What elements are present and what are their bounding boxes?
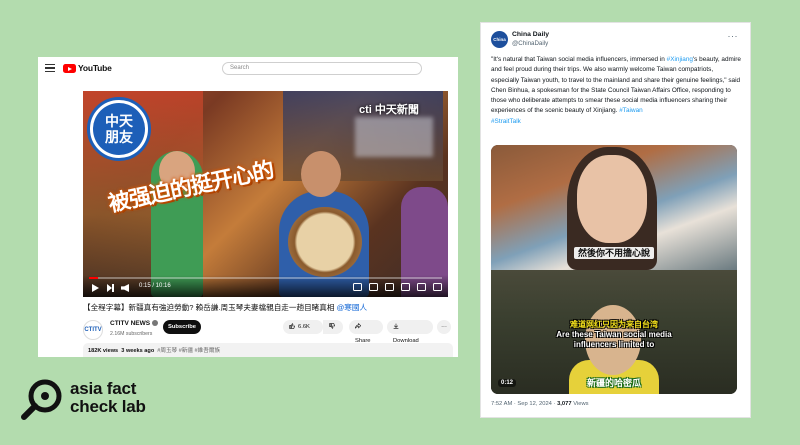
- afcl-line-2: check lab: [70, 397, 146, 416]
- share-button[interactable]: Share: [349, 320, 383, 344]
- video-subtitle-bottom: 新疆的哈密瓜: [586, 378, 641, 388]
- video-woman-face: [577, 155, 647, 243]
- hashtag-taiwan[interactable]: #Taiwan: [619, 107, 642, 114]
- download-button[interactable]: Download: [387, 320, 433, 344]
- video-controls: 0:15 / 10:16: [83, 275, 448, 297]
- tweet-card: China Daily China Daily @ChinaDaily ··· …: [480, 22, 751, 418]
- cast-icon[interactable]: [417, 283, 426, 291]
- progress-bar[interactable]: [89, 277, 442, 279]
- afcl-line-1: asia fact: [70, 379, 137, 398]
- theater-icon[interactable]: [401, 283, 410, 291]
- cti-watermark: cti 中天新聞: [359, 104, 419, 116]
- tweet-text-part: "It's natural that Taiwan social media i…: [491, 56, 667, 63]
- next-icon[interactable]: [107, 284, 114, 292]
- video-title-text: 【全程字幕】新疆真有強迫勞動? 賴岳謙.周玉琴夫妻檔親自走一趟目睹真相: [83, 303, 337, 312]
- badge-line-2: 朋友: [105, 129, 133, 145]
- channel-name-text[interactable]: CTITV NEWS: [110, 320, 150, 327]
- settings-icon[interactable]: [369, 283, 378, 291]
- play-icon[interactable]: [92, 284, 99, 292]
- progress-fill: [89, 277, 98, 279]
- youtube-logo-text[interactable]: YouTube: [78, 63, 112, 73]
- fullscreen-icon[interactable]: [433, 283, 442, 291]
- subtitle-mid-line3: influencers limited to: [573, 340, 655, 349]
- dislike-button[interactable]: [323, 320, 343, 334]
- blurred-region: [355, 117, 433, 157]
- video-drum: [288, 207, 362, 277]
- tweet-text: "It's natural that Taiwan social media i…: [491, 55, 742, 127]
- tweet-view-count: 3,077: [557, 401, 572, 407]
- video-time: 0:15 / 10:16: [139, 283, 171, 289]
- subscriber-count: 2.16M subscribers: [110, 331, 153, 337]
- tweet-avatar[interactable]: China Daily: [491, 31, 508, 59]
- more-actions-button[interactable]: ···: [437, 320, 451, 334]
- subtitle-mid-line1: 难道网红只因为来自台湾: [570, 320, 658, 329]
- video-subtitle-middle: 难道网红只因为来自台湾 Are these Taiwan social medi…: [491, 320, 737, 350]
- hashtags[interactable]: #周玉琴 #新疆 #維吾爾族: [157, 348, 220, 354]
- upload-age: 3 weeks ago: [121, 348, 155, 354]
- video-duration: 0:12: [498, 379, 517, 387]
- miniplayer-icon[interactable]: [385, 283, 394, 291]
- tweet-meta: 7:52 AM · Sep 12, 2024 · 3,077 Views: [491, 401, 589, 407]
- view-count: 182K views: [88, 348, 119, 354]
- download-icon: [393, 321, 399, 329]
- verified-icon: [152, 320, 159, 326]
- volume-icon[interactable]: [121, 284, 129, 292]
- tweet-author-handle[interactable]: @ChinaDaily: [512, 40, 548, 47]
- channel-name[interactable]: CTITV NEWS: [110, 320, 159, 327]
- like-button[interactable]: 6.6K: [283, 320, 323, 334]
- share-icon: [355, 321, 362, 329]
- subtitle-top-text: 然後你不用擔心說: [573, 247, 654, 259]
- search-input[interactable]: Search: [222, 62, 422, 75]
- badge-line-1: 中天: [105, 113, 133, 129]
- video-person-center-head: [301, 151, 341, 197]
- right-controls: [353, 283, 442, 292]
- tweet-timestamp[interactable]: 7:52 AM · Sep 12, 2024 ·: [491, 401, 557, 407]
- thumbs-down-icon: [329, 321, 336, 329]
- subtitle-mid-line2: Are these Taiwan social media: [556, 330, 672, 339]
- tweet-text-part: 's beauty, admire and feel proud during …: [491, 56, 741, 115]
- youtube-logo-icon[interactable]: [63, 64, 76, 73]
- video-subtitle-top: 然後你不用擔心說: [491, 246, 737, 259]
- video-stats: 182K views 3 weeks ago #周玉琴 #新疆 #維吾爾族: [88, 346, 220, 354]
- tweet-author-name[interactable]: China Daily: [512, 31, 549, 38]
- autoplay-icon[interactable]: [353, 283, 362, 291]
- tweet-more-icon[interactable]: ···: [728, 31, 739, 41]
- hashtag-xinjiang[interactable]: #Xinjiang: [667, 56, 693, 63]
- subscribe-button[interactable]: Subscribe: [163, 320, 201, 334]
- like-count: 6.6K: [298, 324, 310, 330]
- hashtag-straittalk[interactable]: #StraitTalk: [491, 118, 521, 125]
- afcl-logo-icon: [21, 379, 62, 420]
- channel-badge-logo: 中天 朋友: [87, 97, 151, 161]
- afcl-logo-text: asia fact check lab: [70, 380, 146, 416]
- tweet-video[interactable]: 然後你不用擔心說 难道网红只因为来自台湾 Are these Taiwan so…: [491, 145, 737, 394]
- tweet-views-label: Views: [571, 401, 589, 407]
- youtube-header: YouTube Search: [38, 57, 458, 79]
- video-title-tag[interactable]: @寒國人: [337, 303, 368, 312]
- youtube-panel: YouTube Search 中天 朋友 cti 中天新聞 被强迫的挺开心的 0…: [38, 57, 458, 357]
- video-title: 【全程字幕】新疆真有強迫勞動? 賴岳謙.周玉琴夫妻檔親自走一趟目睹真相 @寒國人: [83, 302, 453, 313]
- hamburger-menu-icon[interactable]: [45, 64, 55, 72]
- video-player[interactable]: 中天 朋友 cti 中天新聞 被强迫的挺开心的 0:15 / 10:16: [83, 91, 448, 297]
- thumbs-up-icon: [289, 321, 296, 329]
- channel-avatar[interactable]: CTITV: [83, 320, 103, 340]
- video-description-box[interactable]: 182K views 3 weeks ago #周玉琴 #新疆 #維吾爾族: [83, 343, 453, 357]
